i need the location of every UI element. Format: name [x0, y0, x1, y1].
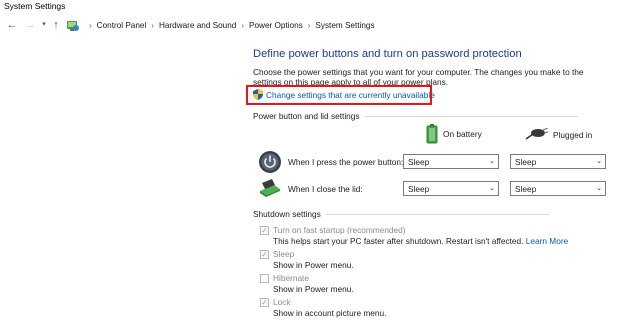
chevron-right-icon: ›: [151, 20, 154, 30]
power-section-header: Power button and lid settings: [253, 111, 578, 121]
shutdown-section-title: Shutdown settings: [253, 209, 321, 219]
page-description: Choose the power settings that you want …: [253, 67, 584, 87]
recent-locations-chevron-icon[interactable]: ▾: [38, 19, 50, 31]
power-button-plugged-in-select[interactable]: Sleep ⌄: [510, 154, 606, 169]
lid-setting-row: When I close the lid: Sleep ⌄ Sleep ⌄: [258, 177, 624, 201]
lid-label: When I close the lid:: [288, 184, 363, 194]
plugged-in-label: Plugged in: [553, 129, 593, 140]
lock-checkbox[interactable]: ✓: [260, 298, 269, 307]
up-arrow-icon[interactable]: ↑: [50, 19, 62, 31]
hibernate-label: Hibernate: [273, 273, 309, 283]
lock-label: Lock: [273, 297, 291, 307]
power-button-icon: [259, 151, 281, 173]
fast-startup-label: Turn on fast startup (recommended): [273, 225, 406, 235]
power-plug-icon: [525, 128, 548, 140]
battery-icon: [426, 124, 438, 144]
window-title: System Settings: [4, 1, 66, 11]
highlight-box: [246, 85, 432, 105]
sleep-label: Sleep: [273, 249, 295, 259]
learn-more-link[interactable]: Learn More: [526, 236, 568, 246]
control-panel-icon: [67, 20, 79, 31]
breadcrumb: › Control Panel › Hardware and Sound › P…: [66, 18, 375, 32]
chevron-down-icon: ⌄: [489, 158, 495, 165]
address-bar: ← → ▾ ↑ › Control Panel › Hardware and S…: [0, 14, 624, 36]
hibernate-checkbox[interactable]: [260, 274, 269, 283]
fast-startup-checkbox[interactable]: ✓: [260, 226, 269, 235]
chevron-right-icon: ›: [307, 20, 311, 30]
hibernate-description: Show in Power menu.: [273, 284, 354, 294]
fast-startup-description: This helps start your PC faster after sh…: [273, 236, 568, 246]
lid-on-battery-select[interactable]: Sleep ⌄: [403, 181, 499, 196]
selected-value: Sleep: [515, 157, 537, 167]
chevron-down-icon: ⌄: [596, 185, 602, 192]
lid-plugged-in-select[interactable]: Sleep ⌄: [510, 181, 606, 196]
crumb-control-panel[interactable]: Control Panel: [97, 21, 147, 30]
crumb-power-options[interactable]: Power Options: [249, 21, 303, 30]
selected-value: Sleep: [515, 184, 537, 194]
shutdown-section-header: Shutdown settings: [253, 209, 549, 219]
fast-startup-description-text: This helps start your PC faster after sh…: [273, 236, 524, 246]
power-button-label: When I press the power button:: [288, 157, 404, 167]
crumb-system-settings[interactable]: System Settings: [315, 21, 374, 30]
on-battery-label: On battery: [443, 129, 482, 139]
forward-arrow-icon[interactable]: →: [24, 19, 36, 31]
power-button-setting-row: When I press the power button: Sleep ⌄ S…: [258, 150, 624, 174]
selected-value: Sleep: [408, 184, 430, 194]
sleep-description: Show in Power menu.: [273, 260, 354, 270]
plugged-in-header: Plugged in: [524, 128, 592, 141]
section-divider: [364, 115, 578, 117]
sleep-checkbox[interactable]: ✓: [260, 250, 269, 259]
chevron-down-icon: ⌄: [596, 158, 602, 165]
chevron-right-icon: ›: [241, 20, 245, 30]
power-section-title: Power button and lid settings: [253, 111, 360, 121]
chevron-right-icon: ›: [89, 20, 92, 30]
power-button-on-battery-select[interactable]: Sleep ⌄: [403, 154, 499, 169]
on-battery-header: On battery: [426, 124, 482, 144]
title-bar: System Settings: [0, 0, 624, 12]
page-title: Define power buttons and turn on passwor…: [253, 48, 522, 60]
lock-description: Show in account picture menu.: [273, 308, 387, 318]
section-divider: [325, 213, 549, 215]
laptop-lid-icon: [260, 179, 280, 197]
crumb-hardware-and-sound[interactable]: Hardware and Sound: [159, 21, 236, 30]
back-arrow-icon[interactable]: ←: [6, 19, 18, 31]
selected-value: Sleep: [408, 157, 430, 167]
chevron-down-icon: ⌄: [489, 185, 495, 192]
